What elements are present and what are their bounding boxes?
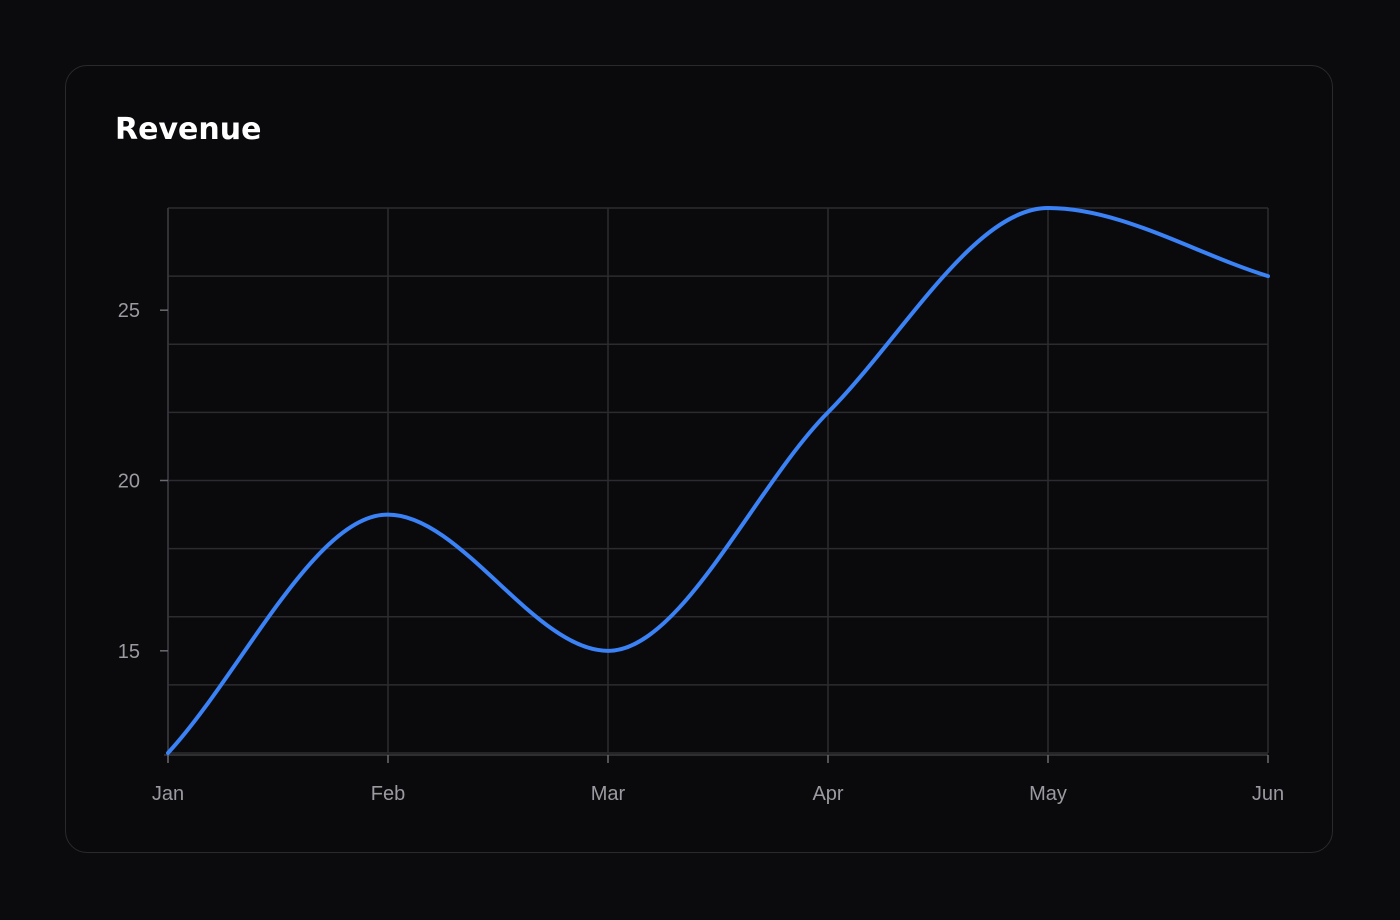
- x-tick-label: Mar: [591, 783, 626, 805]
- y-tick-label: 20: [118, 471, 140, 493]
- chart-grid: [167, 207, 1269, 754]
- line-chart: 15 20 25 Jan Feb Mar Apr May Jun: [118, 206, 1284, 805]
- x-tick-label: May: [1029, 783, 1067, 805]
- chart-axes: [160, 208, 1269, 763]
- x-tick-label: Apr: [812, 783, 843, 805]
- y-tick-label: 25: [118, 300, 140, 322]
- x-tick-label: Jan: [152, 783, 184, 805]
- x-tick-label: Feb: [371, 783, 405, 805]
- x-tick-label: Jun: [1252, 783, 1284, 805]
- y-tick-label: 15: [118, 641, 140, 663]
- chart-tick-labels: 15 20 25 Jan Feb Mar Apr May Jun: [118, 300, 1284, 805]
